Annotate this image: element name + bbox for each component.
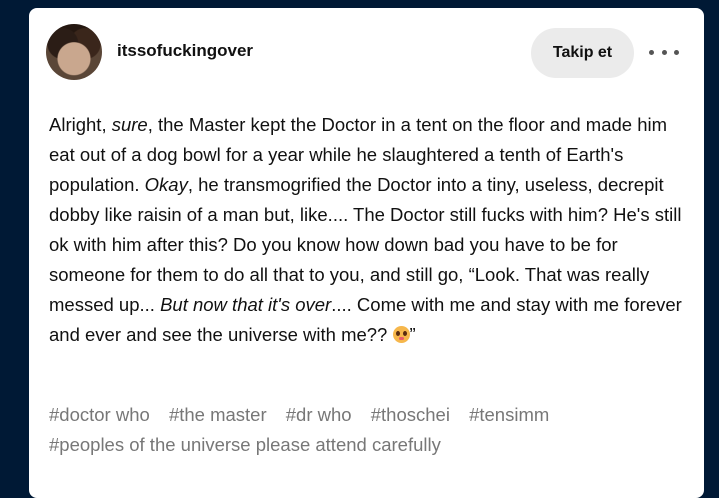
body-text: ” (409, 324, 416, 345)
tag-link[interactable]: #dr who (286, 404, 352, 425)
body-emphasis: But now that it's over (160, 294, 332, 315)
tag-link[interactable]: #thoschei (371, 404, 450, 425)
username[interactable]: itssofuckingover (117, 41, 253, 61)
tag-link[interactable]: #doctor who (49, 404, 150, 425)
avatar[interactable] (46, 24, 102, 80)
post-card: itssofuckingover Takip et Alright, sure,… (29, 8, 704, 498)
tag-list: #doctor who #the master #dr who #thosche… (49, 400, 689, 460)
tag-link[interactable]: #peoples of the universe please attend c… (49, 434, 441, 455)
post-header: itssofuckingover Takip et (29, 8, 704, 98)
post-body: Alright, sure, the Master kept the Docto… (49, 110, 694, 350)
tag-link[interactable]: #the master (169, 404, 267, 425)
ellipsis-icon[interactable] (649, 42, 679, 62)
body-emphasis: Okay (144, 174, 188, 195)
follow-button[interactable]: Takip et (531, 28, 634, 78)
pleading-face-icon (392, 326, 410, 343)
body-text: Alright, (49, 114, 112, 135)
body-emphasis: sure (111, 114, 148, 135)
tag-link[interactable]: #tensimm (469, 404, 549, 425)
